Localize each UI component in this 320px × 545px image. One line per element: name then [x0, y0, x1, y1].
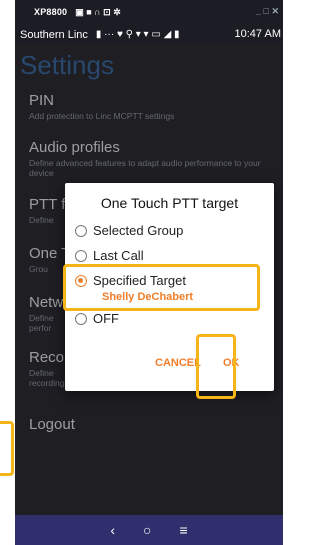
option-selected-group[interactable]: Selected Group [75, 223, 183, 238]
nav-bar: ‹ ○ ≡ [15, 515, 283, 545]
radio-icon [75, 224, 87, 237]
menu-icon[interactable]: ≡ [179, 522, 187, 538]
annotation-highlight-target [63, 264, 260, 311]
option-label: OFF [93, 311, 119, 326]
option-label: Selected Group [93, 223, 184, 238]
radio-icon [75, 312, 87, 325]
window-controls[interactable]: _ □ ✕ [256, 6, 279, 17]
radio-icon [75, 249, 87, 262]
annotation-highlight-left [0, 421, 14, 476]
cancel-button[interactable]: CANCEL [155, 357, 201, 369]
option-last-call[interactable]: Last Call [75, 248, 144, 263]
annotation-highlight-ok [196, 334, 236, 399]
status-time: 10:47 AM [234, 28, 281, 40]
window-titlebar: XP8800 ▣ ■ ∩ ⊡ ✲ _ □ ✕ [15, 0, 283, 24]
status-icons: ▮ ··· ♥ ⚲ ▾ ▾ ▭ ◢ ▮ [95, 29, 180, 40]
titlebar-icons: ▣ ■ ∩ ⊡ ✲ [75, 6, 121, 17]
carrier-label: Southern Linc [20, 28, 88, 41]
status-bar: Southern Linc ▮ ··· ♥ ⚲ ▾ ▾ ▭ ◢ ▮ 10:47 … [15, 24, 283, 45]
back-icon[interactable]: ‹ [110, 522, 115, 538]
option-label: Last Call [93, 248, 144, 263]
dialog-title: One Touch PTT target [100, 195, 239, 211]
device-screen: XP8800 ▣ ■ ∩ ⊡ ✲ _ □ ✕ Southern Linc ▮ ·… [15, 0, 283, 545]
window-title: XP8800 [34, 7, 68, 17]
home-icon[interactable]: ○ [143, 522, 151, 538]
option-off[interactable]: OFF [75, 311, 119, 326]
